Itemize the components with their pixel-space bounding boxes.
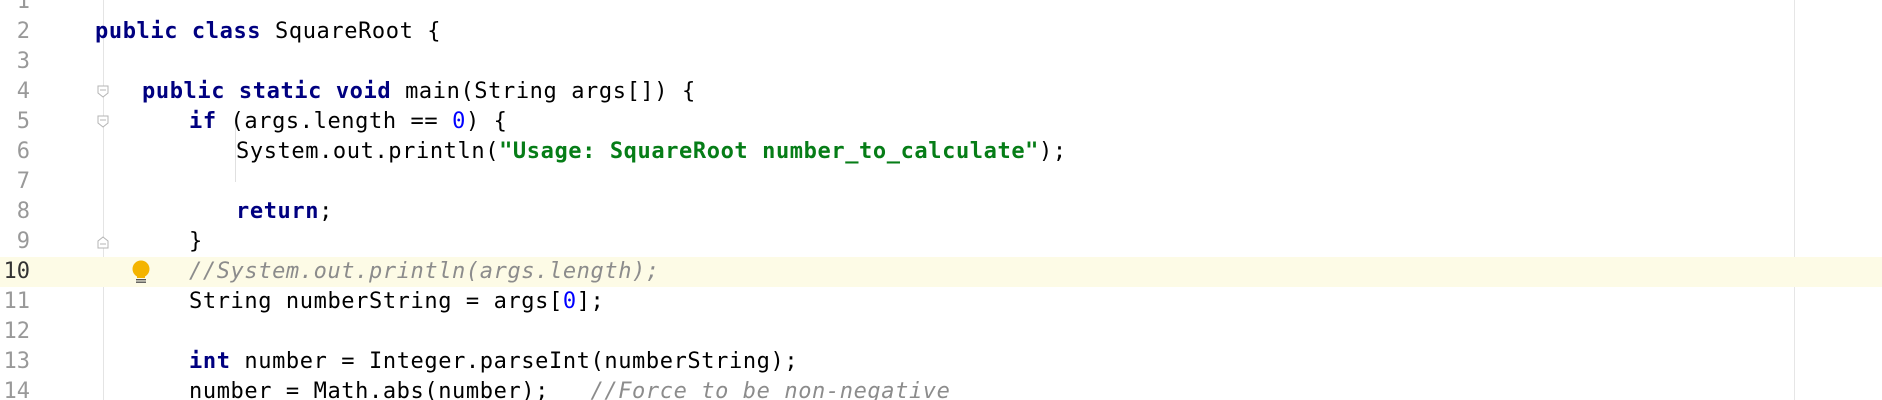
fold-open-icon[interactable] bbox=[96, 85, 110, 99]
code-text[interactable]: if (args.length == 0) { bbox=[189, 107, 507, 137]
code-token: String numberString = args[ bbox=[189, 289, 563, 314]
code-token: number = Math.abs(number); bbox=[189, 379, 591, 400]
fold-open-icon[interactable] bbox=[96, 115, 110, 129]
code-token: main(String args[]) { bbox=[391, 79, 696, 104]
line-number: 6 bbox=[16, 139, 30, 164]
line-number: 8 bbox=[16, 199, 30, 224]
code-token: (args.length == bbox=[216, 109, 453, 134]
line-number: 11 bbox=[3, 289, 31, 314]
fold-close-icon[interactable] bbox=[96, 235, 110, 249]
number-token: 0 bbox=[562, 289, 577, 314]
code-line[interactable]: 14 number = Math.abs(number); //Force to … bbox=[0, 377, 1882, 400]
code-line[interactable]: 12 bbox=[0, 317, 1882, 347]
code-line[interactable]: 2 public class SquareRoot { bbox=[0, 17, 1882, 47]
code-line[interactable]: 8 return; bbox=[0, 197, 1882, 227]
code-line[interactable]: 1 bbox=[0, 0, 1882, 17]
line-number: 10 bbox=[3, 259, 31, 284]
code-token: SquareRoot { bbox=[261, 19, 442, 44]
line-number: 12 bbox=[3, 319, 31, 344]
line-number: 3 bbox=[16, 49, 30, 74]
keyword-token: public class bbox=[95, 19, 262, 44]
code-line[interactable]: 10 //System.out.println(args.length); bbox=[0, 257, 1882, 287]
comment-token: //Force to be non-negative bbox=[590, 379, 951, 400]
comment-token: //System.out.println(args.length); bbox=[189, 259, 660, 284]
code-token: } bbox=[189, 229, 203, 254]
code-text[interactable]: } bbox=[189, 227, 203, 257]
line-number: 7 bbox=[16, 169, 30, 194]
code-text[interactable]: public static void main(String args[]) { bbox=[142, 77, 696, 107]
code-text[interactable]: //System.out.println(args.length); bbox=[189, 257, 660, 287]
code-token: System.out.println( bbox=[236, 139, 500, 164]
code-token: number = Integer.parseInt(numberString); bbox=[230, 349, 799, 374]
line-number: 5 bbox=[16, 109, 30, 134]
keyword-token: return bbox=[236, 199, 320, 224]
code-text[interactable]: number = Math.abs(number); //Force to be… bbox=[189, 377, 951, 400]
line-number: 4 bbox=[16, 79, 30, 104]
code-token: ) { bbox=[465, 109, 508, 134]
keyword-token: public static void bbox=[142, 79, 392, 104]
line-number: 9 bbox=[16, 229, 30, 254]
line-number: 2 bbox=[16, 19, 30, 44]
code-line[interactable]: 11 String numberString = args[0]; bbox=[0, 287, 1882, 317]
code-text[interactable]: public class SquareRoot { bbox=[95, 17, 441, 47]
intention-bulb-icon[interactable] bbox=[130, 259, 152, 285]
code-line[interactable]: 6 System.out.println("Usage: SquareRoot n… bbox=[0, 137, 1882, 167]
code-lines: 1 2 public class SquareRoot {3 4 public stat… bbox=[0, 0, 1882, 400]
keyword-token: int bbox=[189, 349, 231, 374]
line-number: 14 bbox=[3, 379, 31, 400]
code-text[interactable]: String numberString = args[0]; bbox=[189, 287, 604, 317]
code-line[interactable]: 5 if (args.length == 0) { bbox=[0, 107, 1882, 137]
code-line[interactable]: 7 bbox=[0, 167, 1882, 197]
code-text[interactable]: System.out.println("Usage: SquareRoot nu… bbox=[236, 137, 1067, 167]
string-token: "Usage: SquareRoot number_to_calculate" bbox=[499, 139, 1040, 164]
line-number: 13 bbox=[3, 349, 31, 374]
code-editor[interactable]: 1 2 public class SquareRoot {3 4 public stat… bbox=[0, 0, 1882, 400]
code-token: ; bbox=[319, 199, 333, 224]
code-token: ); bbox=[1039, 139, 1067, 164]
code-line[interactable]: 4 public static void main(String args[]) … bbox=[0, 77, 1882, 107]
code-line[interactable]: 9} bbox=[0, 227, 1882, 257]
code-line[interactable]: 13 int number = Integer.parseInt(numberSt… bbox=[0, 347, 1882, 377]
keyword-token: if bbox=[189, 109, 217, 134]
code-token: ]; bbox=[576, 289, 605, 314]
number-token: 0 bbox=[452, 109, 466, 134]
code-line[interactable]: 3 bbox=[0, 47, 1882, 77]
line-number: 1 bbox=[16, 0, 30, 14]
code-text[interactable]: int number = Integer.parseInt(numberStri… bbox=[189, 347, 798, 377]
code-text[interactable]: return; bbox=[236, 197, 333, 227]
